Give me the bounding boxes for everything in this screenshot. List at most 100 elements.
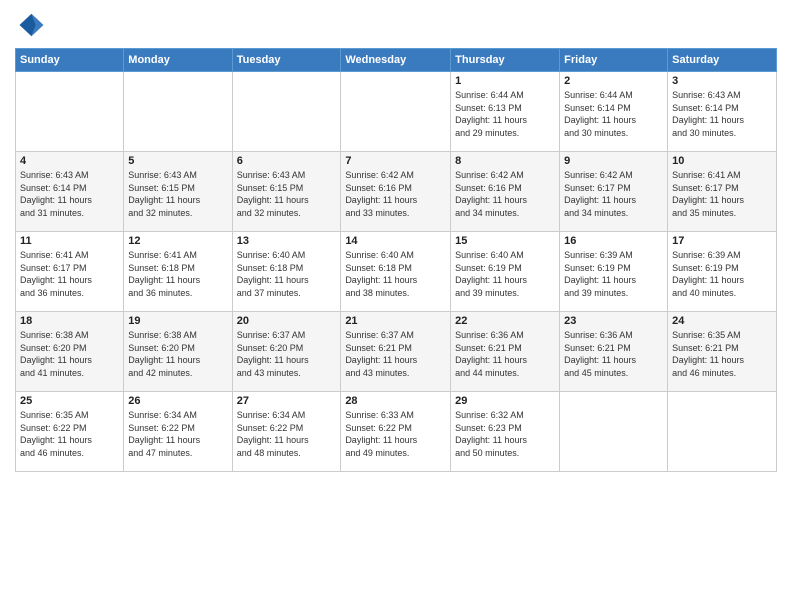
calendar-cell: 26 Sunrise: 6:34 AM Sunset: 6:22 PM Dayli… <box>124 392 232 472</box>
calendar-cell <box>232 72 341 152</box>
calendar-cell: 18 Sunrise: 6:38 AM Sunset: 6:20 PM Dayli… <box>16 312 124 392</box>
calendar-cell: 25Sunrise: 6:35 AM Sunset: 6:22 PM Dayli… <box>16 392 124 472</box>
calendar-cell <box>560 392 668 472</box>
day-number: 4 <box>20 155 119 167</box>
day-info: Sunrise: 6:41 AM Sunset: 6:18 PM Dayligh… <box>128 249 227 299</box>
calendar-cell: 20 Sunrise: 6:37 AM Sunset: 6:20 PM Dayli… <box>232 312 341 392</box>
day-number: 23 <box>564 315 663 327</box>
calendar-cell: 29 Sunrise: 6:32 AM Sunset: 6:23 PM Dayli… <box>451 392 560 472</box>
day-number: 17 <box>672 235 772 247</box>
calendar-cell: 8 Sunrise: 6:42 AM Sunset: 6:16 PM Daylig… <box>451 152 560 232</box>
day-info: Sunrise: 6:41 AM Sunset: 6:17 PM Dayligh… <box>20 249 119 299</box>
day-number: 8 <box>455 155 555 167</box>
calendar-cell: 1Sunrise: 6:44 AM Sunset: 6:13 PM Daylig… <box>451 72 560 152</box>
week-row-2: 11 Sunrise: 6:41 AM Sunset: 6:17 PM Dayli… <box>16 232 777 312</box>
day-info: Sunrise: 6:36 AM Sunset: 6:21 PM Dayligh… <box>564 329 663 379</box>
day-number: 5 <box>128 155 227 167</box>
calendar-cell: 10 Sunrise: 6:41 AM Sunset: 6:17 PM Dayli… <box>668 152 777 232</box>
day-info: Sunrise: 6:32 AM Sunset: 6:23 PM Dayligh… <box>455 409 555 459</box>
day-info: Sunrise: 6:39 AM Sunset: 6:19 PM Dayligh… <box>564 249 663 299</box>
calendar-cell: 28Sunrise: 6:33 AM Sunset: 6:22 PM Dayli… <box>341 392 451 472</box>
day-header-wednesday: Wednesday <box>341 49 451 72</box>
week-row-1: 4 Sunrise: 6:43 AM Sunset: 6:14 PM Daylig… <box>16 152 777 232</box>
calendar-cell: 14 Sunrise: 6:40 AM Sunset: 6:18 PM Dayli… <box>341 232 451 312</box>
day-info: Sunrise: 6:40 AM Sunset: 6:19 PM Dayligh… <box>455 249 555 299</box>
calendar-cell: 23 Sunrise: 6:36 AM Sunset: 6:21 PM Dayli… <box>560 312 668 392</box>
day-info: Sunrise: 6:37 AM Sunset: 6:20 PM Dayligh… <box>237 329 337 379</box>
day-number: 25 <box>20 395 119 407</box>
day-number: 27 <box>237 395 337 407</box>
week-row-3: 18 Sunrise: 6:38 AM Sunset: 6:20 PM Dayli… <box>16 312 777 392</box>
day-info: Sunrise: 6:37 AM Sunset: 6:21 PM Dayligh… <box>345 329 446 379</box>
day-header-thursday: Thursday <box>451 49 560 72</box>
calendar-body: 1Sunrise: 6:44 AM Sunset: 6:13 PM Daylig… <box>16 72 777 472</box>
day-number: 13 <box>237 235 337 247</box>
day-info: Sunrise: 6:38 AM Sunset: 6:20 PM Dayligh… <box>20 329 119 379</box>
day-info: Sunrise: 6:44 AM Sunset: 6:13 PM Dayligh… <box>455 89 555 139</box>
calendar-cell: 11 Sunrise: 6:41 AM Sunset: 6:17 PM Dayli… <box>16 232 124 312</box>
day-number: 26 <box>128 395 227 407</box>
calendar-cell: 2 Sunrise: 6:44 AM Sunset: 6:14 PM Daylig… <box>560 72 668 152</box>
day-number: 2 <box>564 75 663 87</box>
calendar-cell <box>341 72 451 152</box>
day-number: 19 <box>128 315 227 327</box>
day-number: 29 <box>455 395 555 407</box>
day-number: 6 <box>237 155 337 167</box>
calendar-cell: 24 Sunrise: 6:35 AM Sunset: 6:21 PM Dayli… <box>668 312 777 392</box>
calendar-cell: 16Sunrise: 6:39 AM Sunset: 6:19 PM Dayli… <box>560 232 668 312</box>
week-row-0: 1Sunrise: 6:44 AM Sunset: 6:13 PM Daylig… <box>16 72 777 152</box>
calendar-cell: 12 Sunrise: 6:41 AM Sunset: 6:18 PM Dayli… <box>124 232 232 312</box>
calendar-cell <box>668 392 777 472</box>
calendar-cell: 21 Sunrise: 6:37 AM Sunset: 6:21 PM Dayli… <box>341 312 451 392</box>
day-number: 3 <box>672 75 772 87</box>
calendar-cell: 9Sunrise: 6:42 AM Sunset: 6:17 PM Daylig… <box>560 152 668 232</box>
day-header-monday: Monday <box>124 49 232 72</box>
day-header-friday: Friday <box>560 49 668 72</box>
day-number: 20 <box>237 315 337 327</box>
day-info: Sunrise: 6:40 AM Sunset: 6:18 PM Dayligh… <box>237 249 337 299</box>
day-info: Sunrise: 6:43 AM Sunset: 6:15 PM Dayligh… <box>237 169 337 219</box>
day-number: 24 <box>672 315 772 327</box>
calendar-cell <box>16 72 124 152</box>
logo <box>15 10 49 40</box>
day-header-tuesday: Tuesday <box>232 49 341 72</box>
page: SundayMondayTuesdayWednesdayThursdayFrid… <box>0 0 792 612</box>
day-info: Sunrise: 6:43 AM Sunset: 6:14 PM Dayligh… <box>20 169 119 219</box>
day-info: Sunrise: 6:41 AM Sunset: 6:17 PM Dayligh… <box>672 169 772 219</box>
day-number: 21 <box>345 315 446 327</box>
day-info: Sunrise: 6:34 AM Sunset: 6:22 PM Dayligh… <box>128 409 227 459</box>
day-info: Sunrise: 6:40 AM Sunset: 6:18 PM Dayligh… <box>345 249 446 299</box>
day-info: Sunrise: 6:35 AM Sunset: 6:21 PM Dayligh… <box>672 329 772 379</box>
day-number: 15 <box>455 235 555 247</box>
calendar-cell: 22Sunrise: 6:36 AM Sunset: 6:21 PM Dayli… <box>451 312 560 392</box>
day-info: Sunrise: 6:36 AM Sunset: 6:21 PM Dayligh… <box>455 329 555 379</box>
calendar-cell <box>124 72 232 152</box>
day-number: 14 <box>345 235 446 247</box>
day-info: Sunrise: 6:42 AM Sunset: 6:17 PM Dayligh… <box>564 169 663 219</box>
calendar-table: SundayMondayTuesdayWednesdayThursdayFrid… <box>15 48 777 472</box>
day-info: Sunrise: 6:33 AM Sunset: 6:22 PM Dayligh… <box>345 409 446 459</box>
day-number: 12 <box>128 235 227 247</box>
day-info: Sunrise: 6:42 AM Sunset: 6:16 PM Dayligh… <box>345 169 446 219</box>
days-header-row: SundayMondayTuesdayWednesdayThursdayFrid… <box>16 49 777 72</box>
calendar-cell: 13 Sunrise: 6:40 AM Sunset: 6:18 PM Dayli… <box>232 232 341 312</box>
day-info: Sunrise: 6:42 AM Sunset: 6:16 PM Dayligh… <box>455 169 555 219</box>
calendar-cell: 27 Sunrise: 6:34 AM Sunset: 6:22 PM Dayli… <box>232 392 341 472</box>
calendar-cell: 4 Sunrise: 6:43 AM Sunset: 6:14 PM Daylig… <box>16 152 124 232</box>
day-info: Sunrise: 6:39 AM Sunset: 6:19 PM Dayligh… <box>672 249 772 299</box>
calendar-cell: 19Sunrise: 6:38 AM Sunset: 6:20 PM Dayli… <box>124 312 232 392</box>
day-number: 7 <box>345 155 446 167</box>
day-info: Sunrise: 6:43 AM Sunset: 6:15 PM Dayligh… <box>128 169 227 219</box>
calendar-cell: 7 Sunrise: 6:42 AM Sunset: 6:16 PM Daylig… <box>341 152 451 232</box>
logo-icon <box>15 10 45 40</box>
day-header-sunday: Sunday <box>16 49 124 72</box>
day-info: Sunrise: 6:34 AM Sunset: 6:22 PM Dayligh… <box>237 409 337 459</box>
header <box>15 10 777 40</box>
day-number: 11 <box>20 235 119 247</box>
calendar-cell: 5 Sunrise: 6:43 AM Sunset: 6:15 PM Daylig… <box>124 152 232 232</box>
day-number: 18 <box>20 315 119 327</box>
day-info: Sunrise: 6:44 AM Sunset: 6:14 PM Dayligh… <box>564 89 663 139</box>
day-number: 10 <box>672 155 772 167</box>
calendar-cell: 15 Sunrise: 6:40 AM Sunset: 6:19 PM Dayli… <box>451 232 560 312</box>
week-row-4: 25Sunrise: 6:35 AM Sunset: 6:22 PM Dayli… <box>16 392 777 472</box>
